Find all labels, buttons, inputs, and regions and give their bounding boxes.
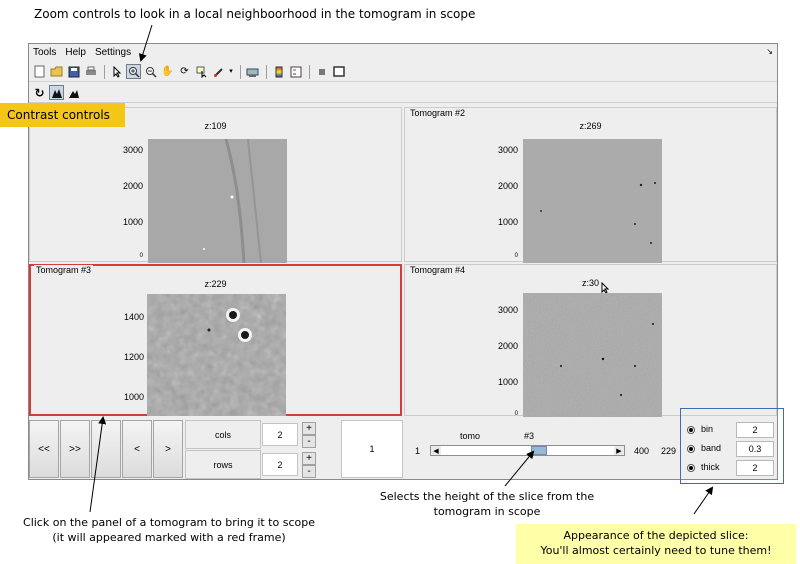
new-file-icon[interactable] — [32, 64, 47, 79]
slice-annotation: Selects the height of the slice from the… — [352, 489, 622, 519]
hide-plot-icon[interactable] — [314, 64, 329, 79]
tomogram-slice-image[interactable] — [147, 294, 286, 416]
y-tick: 3000 — [497, 145, 518, 155]
link-icon[interactable] — [245, 64, 260, 79]
first-page-button[interactable]: << — [29, 420, 59, 478]
y-tick: 1400 — [123, 312, 144, 322]
zoom-in-icon[interactable] — [126, 64, 141, 79]
menu-tools[interactable]: Tools — [33, 47, 56, 58]
tomogram-panel-3[interactable]: Tomogram #3 z:229 1400 1200 1000 — [29, 264, 402, 416]
appearance-annotation-line2: You'll almost certainly need to tune the… — [540, 544, 772, 557]
slider-right-arrow-icon[interactable]: ▶ — [614, 446, 624, 455]
blank-button[interactable] — [91, 420, 121, 478]
open-folder-icon[interactable] — [49, 64, 64, 79]
slider-left-arrow-icon[interactable]: ◀ — [431, 446, 441, 455]
appearance-arrow — [693, 486, 714, 515]
slider-max-label: 400 — [634, 446, 650, 456]
rows-label: rows — [185, 450, 261, 479]
panel-z-label: z:229 — [204, 279, 227, 289]
save-icon[interactable] — [66, 64, 81, 79]
toolbar-separator — [104, 64, 105, 79]
cols-value[interactable]: 2 — [262, 423, 298, 446]
slider-current-tomogram: #3 — [524, 431, 535, 441]
tomogram-slice-image[interactable] — [148, 139, 287, 263]
rows-value[interactable]: 2 — [262, 453, 298, 476]
data-cursor-icon[interactable] — [194, 64, 209, 79]
toolbar-separator — [240, 64, 241, 79]
next-button[interactable]: > — [153, 420, 183, 478]
cols-decrease-button[interactable]: - — [302, 435, 316, 448]
slider-value-label: 229 — [661, 446, 677, 456]
tomogram-panel-2[interactable]: Tomogram #2 z:269 3000 2000 1000 0 — [404, 107, 777, 263]
menu-bar: Tools Help Settings ↘ — [29, 44, 777, 61]
y-tick: 2000 — [497, 341, 518, 351]
brush-icon[interactable] — [211, 64, 226, 79]
last-page-button[interactable]: >> — [60, 420, 90, 478]
tomogram-panel-1[interactable]: z:109 3000 2000 1000 0 — [29, 107, 402, 263]
slider-thumb[interactable] — [530, 446, 547, 455]
page-indicator: 1 — [341, 420, 403, 478]
contrast-manual-icon[interactable] — [66, 85, 81, 100]
slice-slider-area: tomo #3 1 ◀ ▶ 400 229 — [405, 422, 681, 478]
menu-help[interactable]: Help — [65, 47, 86, 58]
y-tick: 1000 — [497, 217, 518, 227]
tomogram-panel-4[interactable]: Tomogram #4 z:30 3000 2000 1000 0 — [404, 264, 777, 417]
panel-title: Tomogram #4 — [408, 265, 468, 275]
tomogram-viewer-window: Tools Help Settings ↘ ✋ ⟳ ▾ ↻ z:109 3000… — [28, 43, 778, 480]
slice-annotation-line1: Selects the height of the slice from the — [379, 490, 595, 503]
tomogram-slice-image[interactable] — [523, 293, 662, 417]
undock-icon[interactable]: ↘ — [766, 47, 773, 56]
panel-annotation-line1: Click on the panel of a tomogram to brin… — [23, 516, 315, 529]
previous-button[interactable]: < — [122, 420, 152, 478]
params-highlight-frame — [680, 408, 784, 484]
slice-annotation-line2: tomogram in scope — [433, 505, 541, 518]
brush-dropdown-icon[interactable]: ▾ — [228, 64, 234, 79]
cols-label: cols — [185, 420, 261, 449]
y-tick: 2000 — [122, 181, 143, 191]
y-tick: 1200 — [123, 352, 144, 362]
rows-increase-button[interactable]: + — [302, 452, 316, 465]
colorbar-icon[interactable] — [271, 64, 286, 79]
y-tick: 0 — [514, 253, 518, 259]
panel-z-label: z:30 — [581, 278, 599, 288]
y-tick: 1000 — [122, 217, 143, 227]
refresh-icon[interactable]: ↻ — [32, 85, 47, 100]
toolbar-separator — [309, 64, 310, 79]
y-tick: 3000 — [497, 305, 518, 315]
slice-height-slider[interactable]: ◀ ▶ — [430, 445, 625, 456]
appearance-annotation: Appearance of the depicted slice: You'll… — [516, 524, 796, 564]
toolbar-separator — [266, 64, 267, 79]
panel-title: Tomogram #3 — [34, 265, 94, 275]
slider-min-label: 1 — [415, 446, 421, 456]
pan-icon[interactable]: ✋ — [160, 64, 175, 79]
y-tick: 1000 — [123, 392, 144, 402]
panel-title: Tomogram #2 — [408, 108, 468, 118]
legend-icon[interactable] — [288, 64, 303, 79]
print-icon[interactable] — [83, 64, 98, 79]
navigation-controls: << >> < > cols 2 + - rows 2 + - 1 tomo #… — [29, 420, 777, 480]
y-tick: 0 — [139, 253, 143, 259]
contrast-toolbar: ↻ — [29, 83, 777, 103]
y-tick: 1000 — [497, 377, 518, 387]
show-plot-icon[interactable] — [331, 64, 346, 79]
pointer-icon[interactable] — [109, 64, 124, 79]
figure-toolbar: ✋ ⟳ ▾ — [29, 62, 777, 82]
menu-settings[interactable]: Settings — [95, 47, 131, 58]
cols-increase-button[interactable]: + — [302, 422, 316, 435]
y-tick: 0 — [514, 411, 518, 417]
rows-decrease-button[interactable]: - — [302, 465, 316, 478]
panel-annotation: Click on the panel of a tomogram to brin… — [14, 515, 324, 545]
tomogram-slice-image[interactable] — [523, 139, 662, 263]
appearance-annotation-line1: Appearance of the depicted slice: — [563, 529, 749, 542]
zoom-out-icon[interactable] — [143, 64, 158, 79]
panel-z-label: z:269 — [579, 121, 602, 131]
slider-tomo-label: tomo — [460, 431, 481, 441]
contrast-auto-icon[interactable] — [49, 85, 64, 100]
panel-annotation-line2: (it will appeared marked with a red fram… — [52, 531, 286, 544]
contrast-annotation: Contrast controls — [0, 103, 125, 127]
rotate-3d-icon[interactable]: ⟳ — [177, 64, 192, 79]
y-tick: 2000 — [497, 181, 518, 191]
y-tick: 3000 — [122, 145, 143, 155]
zoom-annotation: Zoom controls to look in a local neighbo… — [34, 7, 476, 21]
